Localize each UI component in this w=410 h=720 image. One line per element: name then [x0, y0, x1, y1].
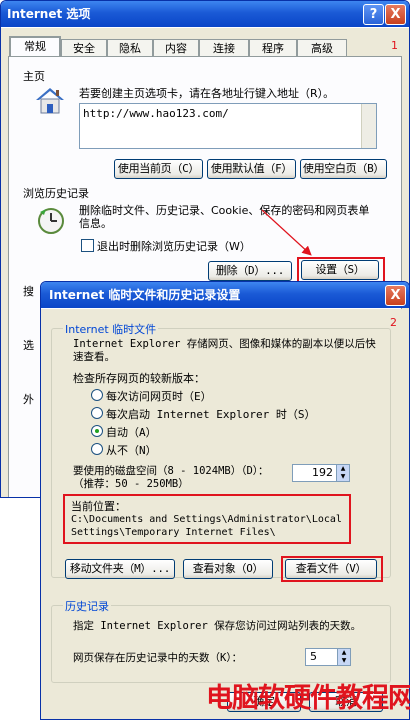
history-days-spinner[interactable]: 5 ▲ ▼	[305, 648, 351, 666]
radio-every-visit-label: 每次访问网页时（E）	[106, 390, 212, 403]
days-down-arrow-icon[interactable]: ▼	[337, 657, 350, 665]
disk-space-spinner[interactable]: 192 ▲ ▼	[292, 464, 350, 482]
temp-files-settings-window: Internet 临时文件和历史记录设置 X 2 Internet 临时文件 I…	[40, 281, 410, 720]
radio-every-start[interactable]	[91, 407, 103, 419]
temp-files-close-button[interactable]: X	[385, 285, 406, 306]
current-location-line2: Settings\Temporary Internet Files\	[71, 527, 276, 538]
temp-files-description: Internet Explorer 存储网页、图像和媒体的副本以便以后快速查看。	[73, 338, 376, 363]
history-description-text: 指定 Internet Explorer 保存您访问过网站列表的天数。	[73, 620, 362, 632]
temp-files-window-title: Internet 临时文件和历史记录设置	[49, 288, 241, 302]
disk-space-hint: （推荐：50 - 250MB）	[73, 478, 189, 490]
radio-automatic-label: 自动（A）	[106, 426, 157, 439]
history-days-label: 网页保存在历史记录中的天数（K）：	[73, 652, 243, 664]
radio-never[interactable]	[91, 443, 103, 455]
history-group	[51, 605, 391, 683]
radio-never-label: 从不（N）	[106, 444, 157, 457]
temp-files-group-label: Internet 临时文件	[63, 321, 159, 337]
watermark-text: 电脑软硬件教程网	[206, 683, 410, 714]
current-location-box: 当前位置： C:\Documents and Settings\Administ…	[63, 494, 351, 544]
disk-space-value: 192	[312, 466, 333, 479]
spinner-up-arrow-icon[interactable]: ▲	[336, 465, 349, 473]
history-days-value: 5	[310, 650, 317, 663]
current-location-label: 当前位置：	[71, 500, 126, 513]
radio-every-start-label: 每次启动 Internet Explorer 时（S）	[106, 408, 316, 421]
radio-automatic[interactable]	[91, 425, 103, 437]
view-objects-button[interactable]: 查看对象（O）	[183, 559, 273, 579]
view-files-button[interactable]: 查看文件（V）	[285, 559, 377, 579]
days-up-arrow-icon[interactable]: ▲	[337, 649, 350, 657]
step-marker-2: 2	[390, 316, 397, 329]
spinner-down-arrow-icon[interactable]: ▼	[336, 473, 349, 481]
move-folder-button[interactable]: 移动文件夹（M）...	[65, 559, 175, 579]
current-location-line1: C:\Documents and Settings\Administrator\…	[71, 514, 342, 525]
temp-files-titlebar: Internet 临时文件和历史记录设置	[41, 282, 409, 308]
history-group-label: 历史记录	[63, 598, 111, 614]
radio-every-visit[interactable]	[91, 389, 103, 401]
check-newer-label: 检查所存网页的较新版本：	[73, 372, 205, 385]
